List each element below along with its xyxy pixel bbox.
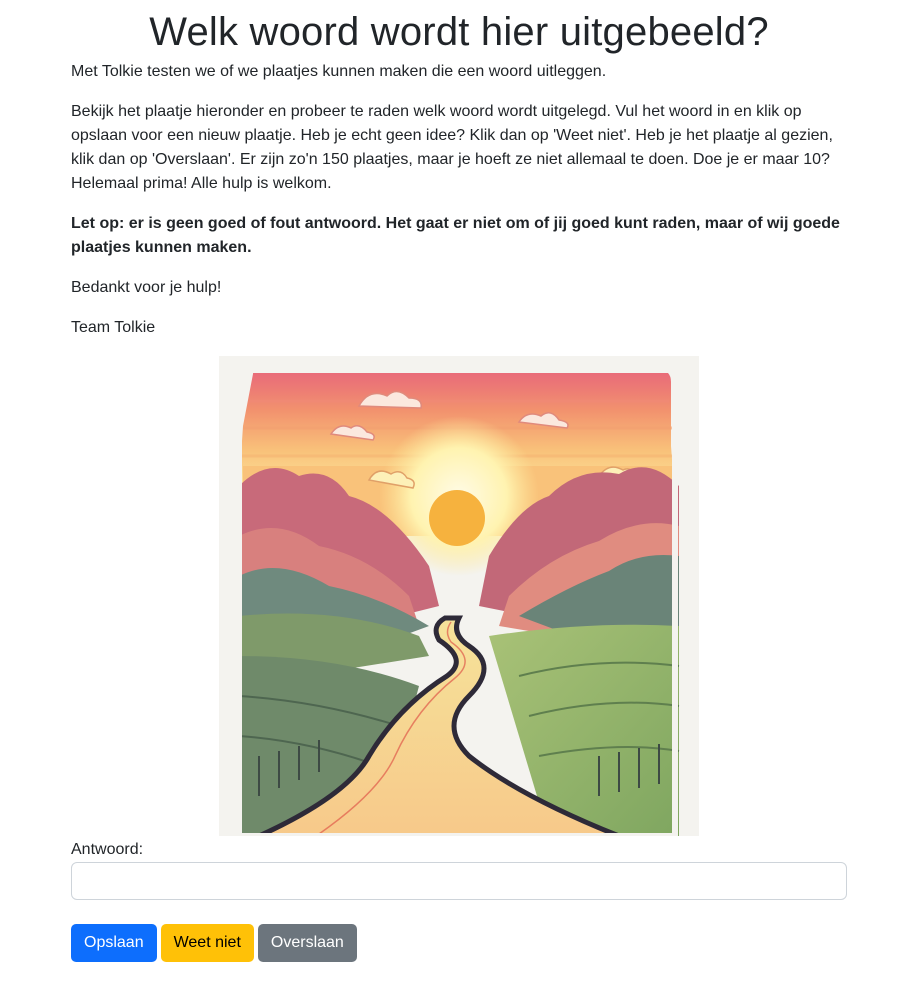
answer-label: Antwoord:: [71, 841, 144, 858]
answer-input[interactable]: [71, 862, 847, 900]
road-sunset-illustration: [219, 356, 699, 836]
dont-know-button[interactable]: Weet niet: [160, 924, 254, 962]
intro-text: Met Tolkie testen we of we plaatjes kunn…: [71, 63, 607, 80]
notice-text: Let op: er is geen goed of fout antwoord…: [71, 215, 840, 256]
action-buttons: Opslaan Weet niet Overslaan: [71, 924, 847, 962]
skip-button[interactable]: Overslaan: [257, 924, 357, 962]
instructions-text: Bekijk het plaatje hieronder en probeer …: [71, 103, 833, 192]
page-title: Welk woord wordt hier uitgebeeld?: [149, 10, 769, 54]
signature-text: Team Tolkie: [71, 319, 156, 336]
page-container: Welk woord wordt hier uitgebeeld? Met To…: [71, 8, 847, 962]
save-button[interactable]: Opslaan: [71, 924, 157, 962]
word-illustration: [219, 356, 699, 836]
thanks-text: Bedankt voor je hulp!: [71, 279, 222, 296]
